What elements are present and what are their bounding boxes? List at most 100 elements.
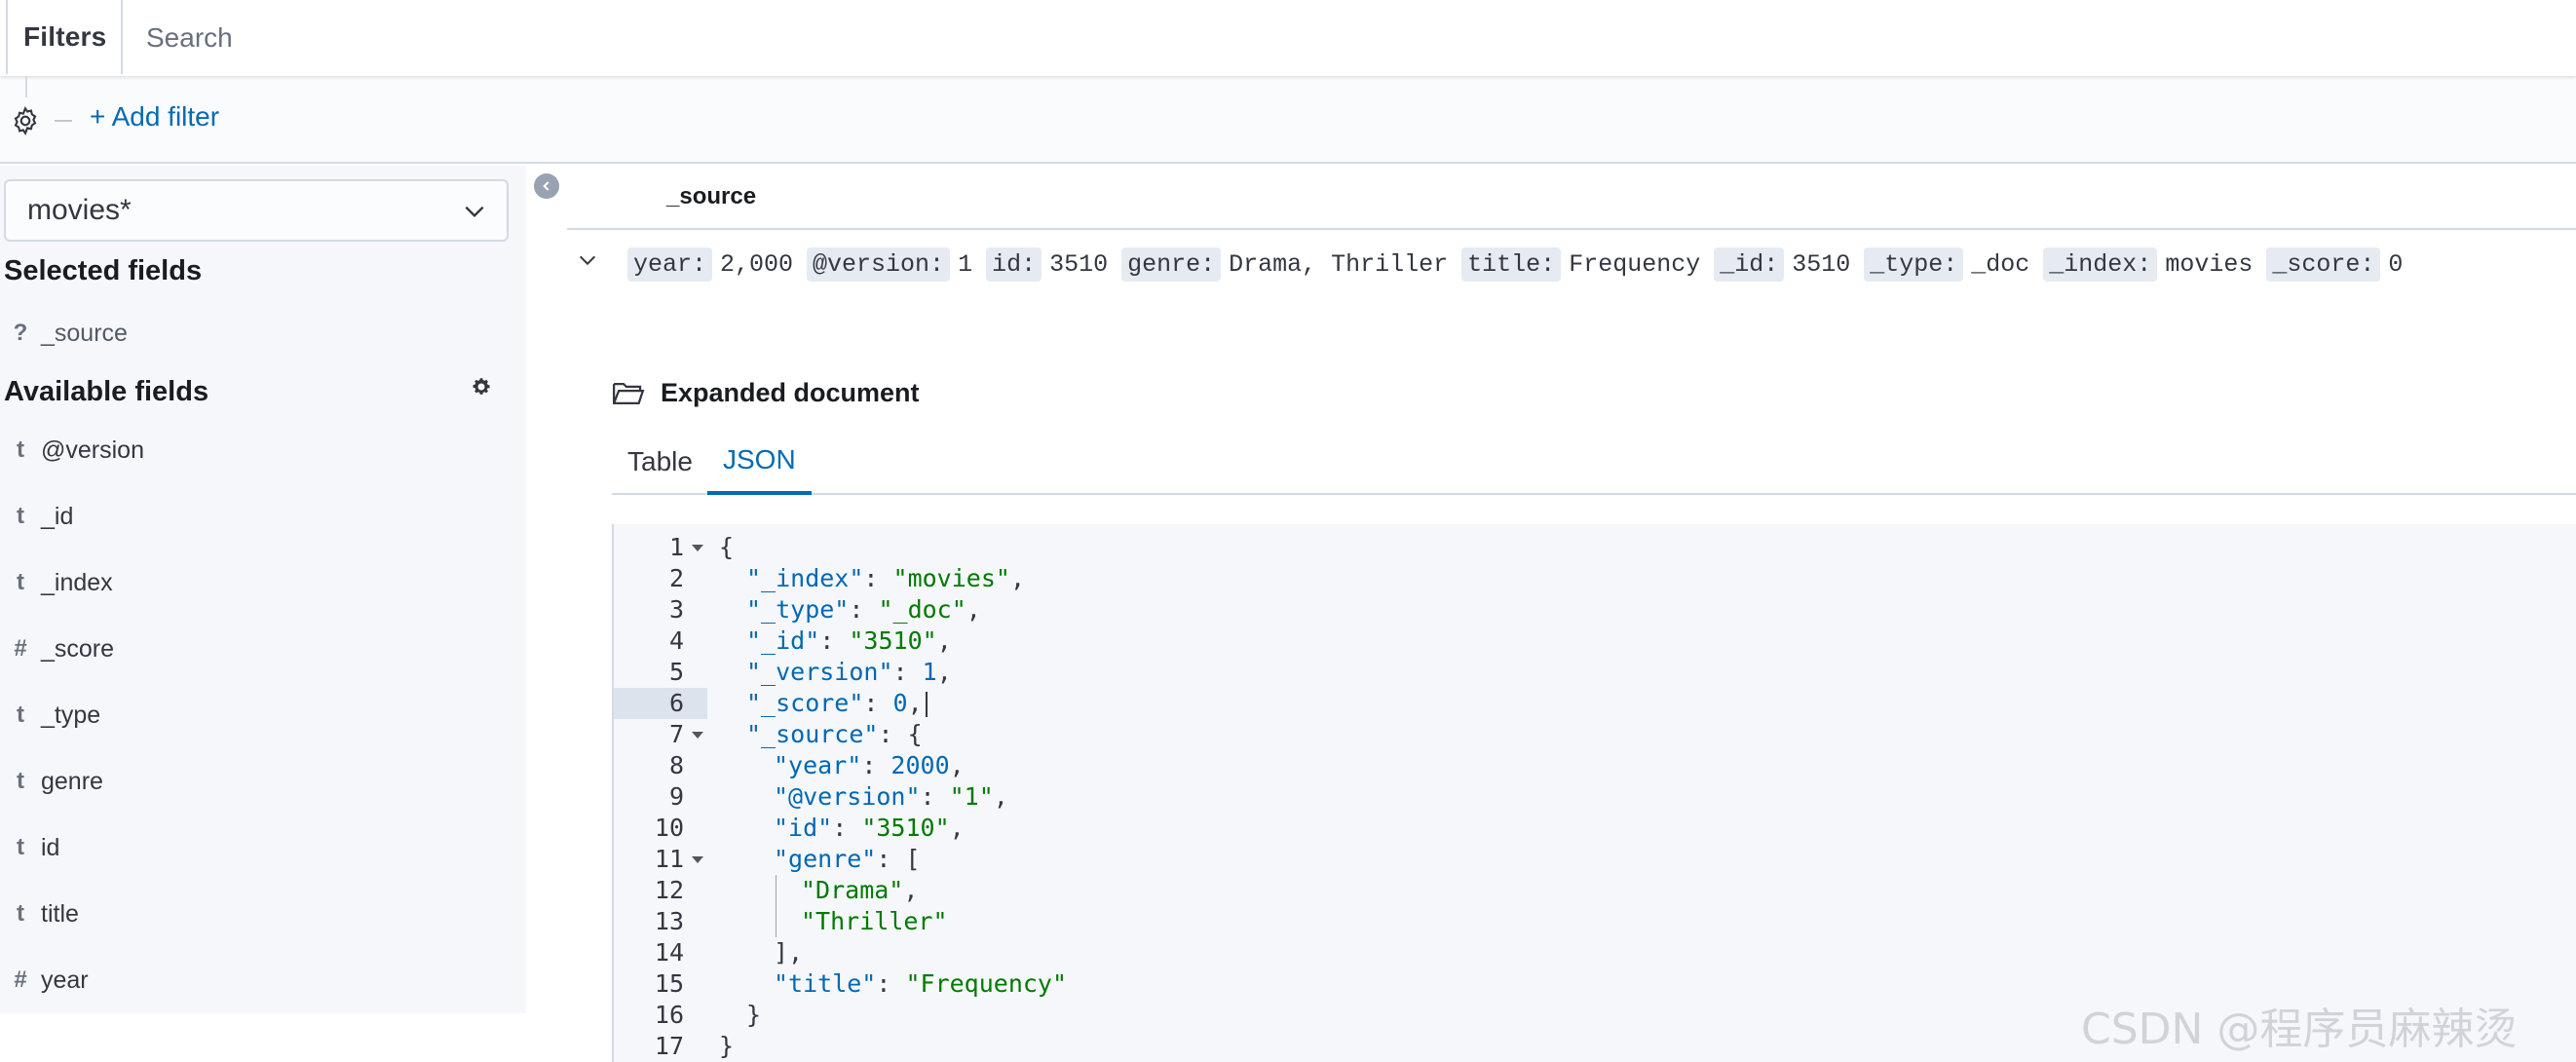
code-line: "year": 2000, <box>774 750 965 781</box>
summary-key: _index: <box>2043 247 2158 282</box>
index-pattern-select[interactable]: movies* <box>4 179 509 242</box>
available-fields-title: Available fields <box>4 376 209 407</box>
code-line: "_type": "_doc", <box>746 594 981 626</box>
fold-toggle-icon[interactable] <box>692 545 703 551</box>
json-key: "title" <box>774 969 877 998</box>
summary-value: 3510 <box>1049 250 1109 279</box>
code-line: { <box>719 532 734 563</box>
field-item-id[interactable]: t _id <box>0 489 526 544</box>
source-column-header: _source <box>567 166 2576 230</box>
line-number: 11 <box>614 844 707 875</box>
json-code-editor[interactable]: 1 {2 "_index": "movies", 3 "_type": "_doc", 4… <box>612 524 2576 1062</box>
json-punct: , <box>949 814 965 842</box>
line-number: 3 <box>668 595 684 624</box>
summary-key: _id: <box>1714 247 1785 282</box>
field-name: _index <box>41 568 113 596</box>
summary-key: _score: <box>2266 247 2381 282</box>
filter-connector <box>25 76 27 97</box>
collapse-sidebar-button[interactable] <box>534 173 559 199</box>
filter-settings-gear-icon[interactable] <box>8 103 43 138</box>
field-name: _id <box>41 502 74 530</box>
json-punct: , <box>949 751 965 779</box>
field-item-version[interactable]: t @version <box>0 423 526 477</box>
line-number: 1 <box>614 532 707 563</box>
json-punct: , <box>1009 564 1026 592</box>
json-punct: , <box>966 595 981 624</box>
json-number: 2000 <box>890 751 950 779</box>
line-number: 13 <box>654 907 684 935</box>
json-punct: : { <box>878 720 923 748</box>
json-string: "Frequency" <box>905 969 1068 998</box>
json-punct: , <box>936 626 952 655</box>
string-type-icon: t <box>17 436 24 463</box>
json-string: "movies" <box>892 564 1010 592</box>
json-key: "year" <box>774 751 862 779</box>
available-fields-gear-icon[interactable] <box>471 376 492 402</box>
field-item-genre[interactable]: t genre <box>0 754 526 809</box>
json-key: "id" <box>774 814 833 842</box>
string-type-icon: t <box>17 702 24 728</box>
string-type-icon: t <box>17 503 24 529</box>
fold-toggle-icon[interactable] <box>692 856 703 863</box>
json-punct: , <box>936 658 952 686</box>
summary-value: 0 <box>2388 250 2404 279</box>
json-punct: : <box>863 564 893 592</box>
json-string: "_doc" <box>878 595 966 624</box>
summary-value: Drama, Thriller <box>1229 250 1449 279</box>
line-number: 8 <box>668 751 684 779</box>
tab-table[interactable]: Table <box>612 429 708 495</box>
json-key: "_type" <box>746 595 850 624</box>
json-punct: } <box>719 1032 735 1060</box>
document-tabs: Table JSON <box>612 429 2576 495</box>
line-number: 17 <box>654 1032 684 1060</box>
watermark: CSDN @程序员麻辣烫 <box>2081 1005 2518 1054</box>
line-number: 12 <box>654 876 684 904</box>
json-key: "_score" <box>746 689 864 717</box>
search-input[interactable] <box>127 10 2543 66</box>
summary-value: 3510 <box>1792 250 1851 279</box>
field-item-title[interactable]: t title <box>0 887 526 941</box>
field-item-year[interactable]: # year <box>0 953 526 1007</box>
row-collapse-chevron-icon[interactable] <box>577 249 598 276</box>
json-key: "_source" <box>746 720 879 748</box>
code-line: ], <box>774 937 803 968</box>
field-item-source[interactable]: ? _source <box>0 306 526 360</box>
json-punct: : <box>861 751 891 779</box>
string-type-icon: t <box>17 900 24 927</box>
filters-button[interactable]: Filters <box>6 0 123 74</box>
summary-key: genre: <box>1121 247 1222 282</box>
line-number: 7 <box>614 719 707 750</box>
json-punct: , <box>903 876 919 904</box>
string-type-icon: t <box>17 834 24 860</box>
json-key: "_index" <box>746 564 864 592</box>
json-string: "1" <box>949 782 994 811</box>
json-punct: : <box>863 689 893 717</box>
json-punct: : <box>920 782 950 811</box>
json-key: "@version" <box>774 782 921 811</box>
json-punct: } <box>746 1001 762 1029</box>
field-item-type[interactable]: t _type <box>0 688 526 742</box>
fold-toggle-icon[interactable] <box>692 732 703 739</box>
field-item-id[interactable]: t id <box>0 820 526 875</box>
field-name: year <box>41 966 89 994</box>
summary-key: year: <box>627 247 713 282</box>
code-line: "_index": "movies", <box>746 563 1025 594</box>
code-line: "genre": [ <box>774 844 921 875</box>
add-filter-link[interactable]: + Add filter <box>90 101 219 133</box>
filter-bar: Filters + Add filter <box>0 0 2576 164</box>
string-type-icon: t <box>17 569 24 595</box>
field-item-score[interactable]: # _score <box>0 622 526 676</box>
json-string: "Thriller" <box>801 907 948 935</box>
index-pattern-label: movies* <box>27 194 132 226</box>
summary-key: id: <box>986 247 1042 282</box>
source-summary: year: 2,000 @version: 1 id: 3510 genre: Drama, … <box>627 247 2416 282</box>
code-line: "Drama", <box>801 875 918 906</box>
json-punct: { <box>719 533 735 561</box>
tab-json[interactable]: JSON <box>707 429 812 495</box>
json-punct: : [ <box>876 845 921 873</box>
field-item-index[interactable]: t _index <box>0 555 526 610</box>
summary-value: 1 <box>958 250 973 279</box>
code-line: "_source": { <box>746 719 923 750</box>
json-key: "genre" <box>774 845 877 873</box>
code-line: "@version": "1", <box>774 781 1008 813</box>
